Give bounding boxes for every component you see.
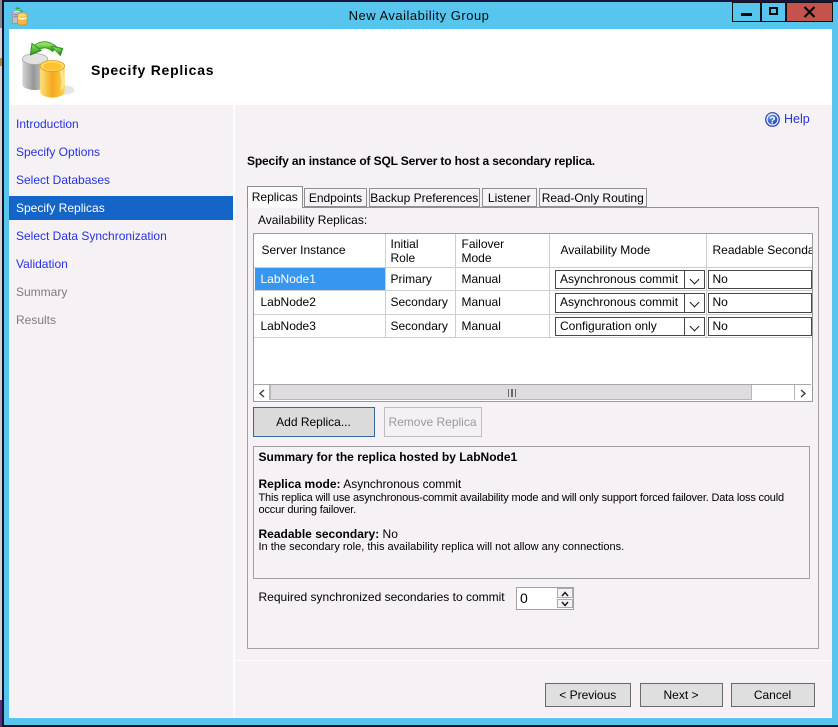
svg-text:?: ?: [769, 114, 775, 126]
